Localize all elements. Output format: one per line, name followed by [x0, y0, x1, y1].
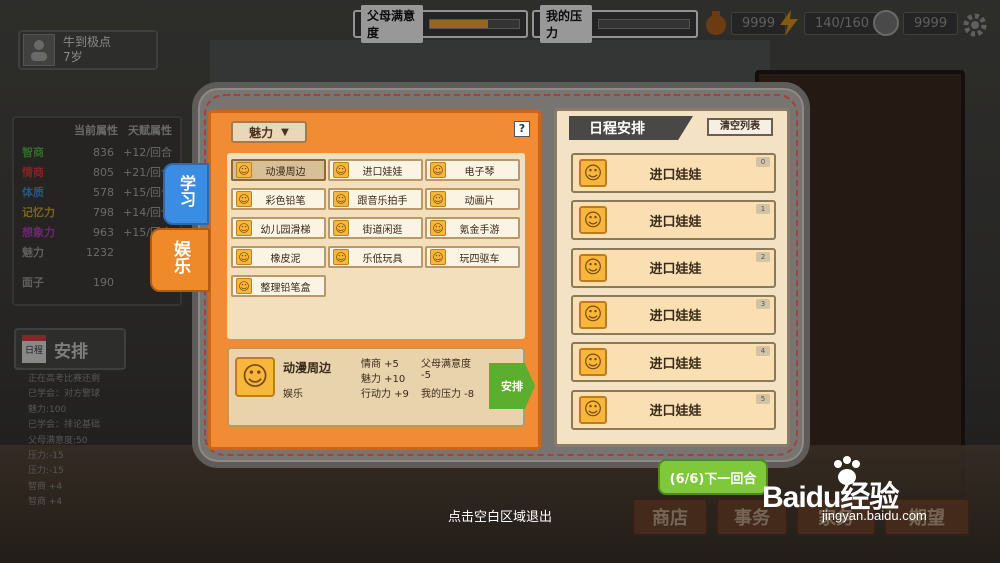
smiley-icon: ☺ — [430, 191, 446, 207]
clear-list-button[interactable]: 清空列表 — [707, 118, 773, 136]
tab-entertainment[interactable]: 娱乐 — [150, 228, 210, 292]
activity-item[interactable]: ☺ 氪金手游 — [425, 217, 520, 239]
activity-item-label: 动画片 — [464, 195, 495, 207]
detail-name: 动漫周边 — [283, 361, 332, 375]
schedule-slot-index: 4 — [756, 346, 770, 357]
activity-item-label: 跟音乐拍手 — [357, 195, 408, 207]
activity-item-label: 进口娃娃 — [362, 166, 403, 178]
activity-item-label: 氪金手游 — [459, 224, 500, 236]
smiley-icon: ☺ — [579, 395, 607, 424]
smiley-icon: ☺ — [333, 220, 349, 236]
activity-item-label: 街道闲逛 — [362, 224, 403, 236]
smiley-icon: ☺ — [579, 206, 607, 235]
schedule-slot[interactable]: ☺ 进口娃娃 0 — [571, 153, 776, 193]
smiley-icon: ☺ — [430, 220, 446, 236]
tab-study[interactable]: 学习 — [163, 163, 209, 225]
activity-panel: 魅力 ▼ ? ☺ 动漫周边 ☺ 进口娃娃 ☺ 电子琴 ☺ 彩色铅笔 ☺ 跟音乐拍手 ☺ 动画片 ☺ 幼儿园… — [208, 110, 541, 450]
schedule-slot[interactable]: ☺ 进口娃娃 5 — [571, 389, 776, 430]
smiley-icon: ☺ — [235, 357, 275, 397]
smiley-icon: ☺ — [236, 220, 252, 236]
activity-item-label: 电子琴 — [464, 166, 495, 178]
schedule-panel: 日程安排 清空列表 ☺ 进口娃娃 0 ☺ 进口娃娃 1 ☺ 进口娃娃 2 ☺ 进口娃娃 3 ☺ 进口娃娃 4… — [554, 108, 790, 447]
activity-item[interactable]: ☺ 彩色铅笔 — [231, 188, 326, 210]
attribute-filter-dropdown[interactable]: 魅力 ▼ — [231, 121, 307, 143]
smiley-icon: ☺ — [430, 249, 446, 265]
schedule-slot-index: 3 — [756, 298, 770, 309]
dropdown-value: 魅力 — [249, 125, 274, 140]
activity-item[interactable]: ☺ 动画片 — [425, 188, 520, 210]
effect-eq: 情商 +5 — [361, 359, 399, 370]
schedule-slot[interactable]: ☺ 进口娃娃 2 — [571, 247, 776, 288]
activity-item-label: 橡皮泥 — [270, 253, 301, 265]
watermark-url: jingyan.baidu.com — [822, 508, 927, 523]
activity-item[interactable]: ☺ 整理铅笔盒 — [231, 275, 326, 297]
watermark: Baidu经验 jingyan.baidu.com — [762, 452, 927, 523]
schedule-slot-label: 进口娃娃 — [649, 262, 702, 278]
activity-item-label: 玩四驱车 — [459, 253, 500, 265]
schedule-slot-index: 0 — [756, 157, 770, 167]
activity-item[interactable]: ☺ 幼儿园滑梯 — [231, 217, 326, 239]
schedule-slot[interactable]: ☺ 进口娃娃 1 — [571, 200, 776, 241]
schedule-slot-label: 进口娃娃 — [649, 356, 702, 372]
schedule-title: 日程安排 — [569, 116, 693, 140]
schedule-slot[interactable]: ☺ 进口娃娃 3 — [571, 294, 776, 335]
effect-parent-value: -5 — [421, 370, 431, 381]
activity-item-label: 乐低玩具 — [362, 253, 403, 265]
smiley-icon: ☺ — [236, 249, 252, 265]
effect-action: 行动力 +9 — [361, 389, 409, 400]
schedule-slot-label: 进口娃娃 — [649, 404, 702, 419]
activity-item-label: 动漫周边 — [265, 166, 306, 178]
activity-item[interactable]: ☺ 动漫周边 — [231, 159, 326, 181]
activity-item-label: 整理铅笔盒 — [260, 282, 311, 294]
schedule-slot-index: 2 — [756, 251, 770, 262]
smiley-icon: ☺ — [333, 249, 349, 265]
activity-item-label: 幼儿园滑梯 — [260, 224, 311, 236]
smiley-icon: ☺ — [236, 162, 252, 178]
schedule-slot[interactable]: ☺ 进口娃娃 4 — [571, 342, 776, 383]
activity-item[interactable]: ☺ 跟音乐拍手 — [328, 188, 423, 210]
activity-item[interactable]: ☺ 进口娃娃 — [328, 159, 423, 181]
activity-item[interactable]: ☺ 街道闲逛 — [328, 217, 423, 239]
smiley-icon: ☺ — [579, 253, 607, 282]
smiley-icon: ☺ — [333, 191, 349, 207]
tab-entertainment-label: 娱乐 — [170, 240, 190, 274]
effect-parent-label: 父母满意度 — [421, 359, 471, 370]
effect-charm: 魅力 +10 — [361, 374, 406, 385]
activity-grid: ☺ 动漫周边 ☺ 进口娃娃 ☺ 电子琴 ☺ 彩色铅笔 ☺ 跟音乐拍手 ☺ 动画片 ☺ 幼儿园滑梯 ☺ 街道闲逛… — [227, 153, 525, 339]
smiley-icon: ☺ — [333, 162, 349, 178]
smiley-icon: ☺ — [236, 191, 252, 207]
schedule-slot-label: 进口娃娃 — [649, 309, 702, 325]
activity-item[interactable]: ☺ 电子琴 — [425, 159, 520, 181]
chevron-down-icon: ▼ — [281, 126, 289, 138]
tab-study-label: 学习 — [177, 175, 196, 207]
smiley-icon: ☺ — [579, 300, 607, 329]
paw-icon — [834, 456, 860, 485]
effect-pressure: 我的压力 -8 — [421, 389, 475, 400]
smiley-icon: ☺ — [236, 278, 252, 294]
next-round-button[interactable]: (6/6)下一回合 — [658, 459, 768, 495]
schedule-slot-index: 1 — [756, 204, 770, 215]
arrange-label: 安排 — [501, 380, 523, 393]
smiley-icon: ☺ — [579, 159, 607, 187]
schedule-slot-label: 进口娃娃 — [649, 214, 702, 230]
smiley-icon: ☺ — [579, 348, 607, 377]
arrange-button[interactable]: 安排 — [489, 363, 535, 409]
activity-item-label: 彩色铅笔 — [265, 195, 306, 207]
activity-item[interactable]: ☺ 乐低玩具 — [328, 246, 423, 268]
activity-detail: ☺ 动漫周边 娱乐 情商 +5 魅力 +10 行动力 +9 父母满意度 -5 我… — [227, 347, 535, 427]
activity-item[interactable]: ☺ 橡皮泥 — [231, 246, 326, 268]
detail-category: 娱乐 — [283, 389, 303, 400]
help-button[interactable]: ? — [514, 121, 530, 137]
schedule-slot-label: 进口娃娃 — [649, 167, 702, 183]
activity-item[interactable]: ☺ 玩四驱车 — [425, 246, 520, 268]
smiley-icon: ☺ — [430, 162, 446, 178]
schedule-slot-index: 5 — [756, 393, 770, 404]
